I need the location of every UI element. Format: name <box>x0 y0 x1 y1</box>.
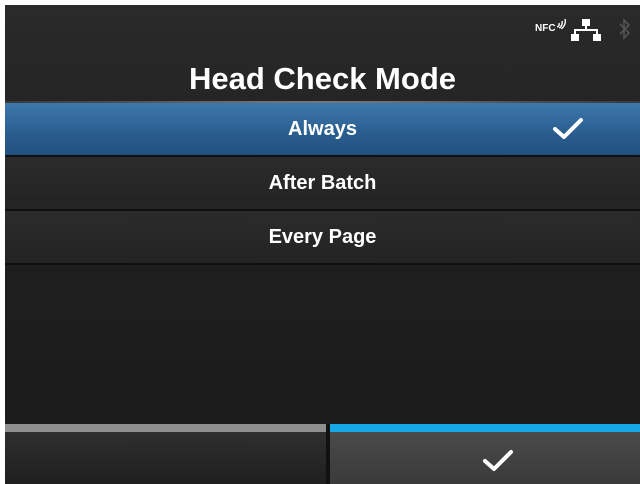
option-label: After Batch <box>268 172 377 194</box>
printer-screen: NFC Head Check Mode Always After Batch E… <box>5 5 640 484</box>
network-icon <box>571 19 601 41</box>
checkmark-icon <box>483 450 513 471</box>
option-label: Always <box>288 118 357 140</box>
option-label: Every Page <box>268 226 377 248</box>
checkmark-icon <box>553 118 583 139</box>
nfc-label: NFC <box>535 23 556 34</box>
bluetooth-icon <box>619 18 631 40</box>
status-bar: NFC <box>5 5 640 55</box>
nfc-icon: NFC <box>535 18 566 34</box>
option-always[interactable]: Always <box>5 103 640 157</box>
nfc-waves-icon <box>556 18 566 29</box>
option-every-page[interactable]: Every Page <box>5 211 640 265</box>
page-title: Head Check Mode <box>188 61 456 96</box>
option-after-batch[interactable]: After Batch <box>5 157 640 211</box>
confirm-softkey[interactable] <box>330 424 640 484</box>
softkey-bar <box>5 424 640 484</box>
option-list: Always After Batch Every Page <box>5 103 640 265</box>
left-softkey[interactable] <box>5 424 326 484</box>
